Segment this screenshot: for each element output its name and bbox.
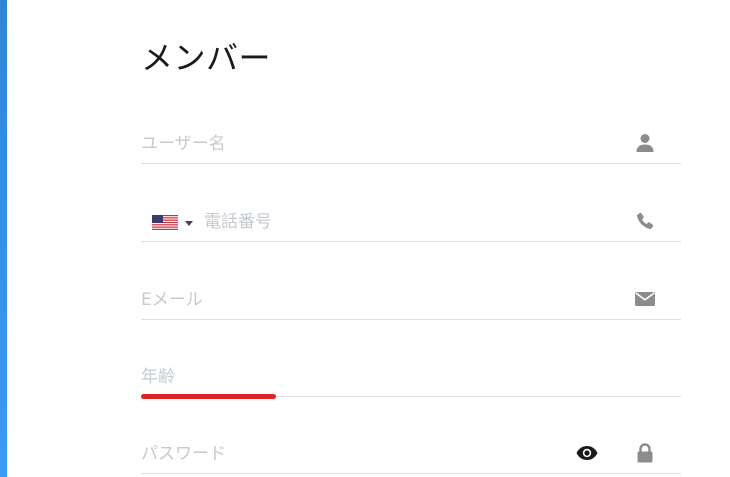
password-field[interactable]: パスワード <box>141 433 681 474</box>
user-icon <box>633 131 657 155</box>
username-field[interactable]: ユーザー名 <box>141 123 681 164</box>
page-title: メンバー <box>141 39 272 77</box>
chevron-down-icon <box>185 221 193 226</box>
phone-placeholder: 電話番号 <box>204 212 272 232</box>
lock-icon <box>633 441 657 465</box>
username-placeholder: ユーザー名 <box>141 134 226 154</box>
country-selector[interactable] <box>152 214 194 230</box>
member-form: メンバー ユーザー名 電話番号 Eメール 年齢 パスワード <box>141 0 681 477</box>
age-progress-bar <box>141 394 681 399</box>
us-flag-icon <box>152 215 178 230</box>
left-accent-strip <box>0 0 7 477</box>
age-field[interactable]: 年齢 <box>141 356 681 399</box>
age-placeholder: 年齢 <box>141 367 175 387</box>
age-progress-fill <box>141 394 276 399</box>
email-placeholder: Eメール <box>141 290 203 310</box>
phone-field[interactable]: 電話番号 <box>141 201 681 242</box>
envelope-icon <box>633 287 657 311</box>
password-placeholder: パスワード <box>141 444 226 464</box>
phone-icon <box>633 209 657 233</box>
email-field[interactable]: Eメール <box>141 279 681 320</box>
eye-icon[interactable] <box>575 441 599 465</box>
